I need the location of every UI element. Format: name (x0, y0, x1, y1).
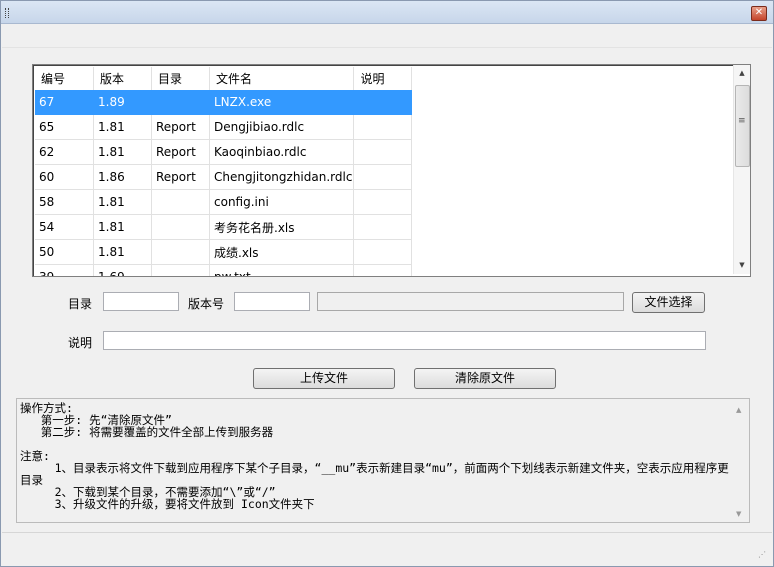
cell-file: 考务花名册.xls (209, 214, 355, 240)
dir-input[interactable] (103, 292, 179, 311)
instructions-text: 操作方式: 第一步: 先“清除原文件” 第二步: 将需要覆盖的文件全部上传到服务… (20, 401, 729, 511)
cell-id: 54 (35, 214, 94, 240)
cell-version: 1.81 (93, 189, 152, 215)
table-row[interactable]: 58 1.81 config.ini (35, 189, 413, 215)
version-label: 版本号 (188, 297, 225, 311)
cell-dir: Report (151, 139, 210, 165)
clear-files-button[interactable]: 清除原文件 (414, 368, 556, 389)
cell-version: 1.81 (93, 239, 152, 265)
cell-dir (151, 239, 210, 265)
instructions-box[interactable]: 操作方式: 第一步: 先“清除原文件” 第二步: 将需要覆盖的文件全部上传到服务… (16, 398, 750, 523)
cell-file: Chengjitongzhidan.rdlc (209, 164, 355, 190)
file-list[interactable]: 编号 版本 目录 文件名 说明 67 1.89 LNZX.exe 65 1.81 Repo… (32, 64, 751, 277)
cell-id: 60 (35, 164, 94, 190)
cell-id: 50 (35, 239, 94, 265)
cell-dir (151, 264, 210, 276)
cell-id: 58 (35, 189, 94, 215)
table-row[interactable]: 65 1.81 Report Dengjibiao.rdlc (35, 114, 413, 140)
cell-version: 1.81 (93, 114, 152, 140)
cell-version: 1.86 (93, 164, 152, 190)
choose-file-button[interactable]: 文件选择 (632, 292, 705, 313)
toolbar-strip (2, 25, 772, 48)
cell-dir (151, 214, 210, 240)
scroll-grip-icon: ≡ (738, 116, 746, 126)
note-input[interactable] (103, 331, 706, 350)
main-window: ✕ 编号 版本 目录 文件名 说明 67 1.89 LNZX.exe 65 1.81 Re… (0, 0, 774, 567)
cell-dir (151, 90, 210, 115)
cell-note (353, 114, 413, 140)
cell-note (353, 189, 413, 215)
list-scrollbar[interactable]: ▲ ≡ ▼ (733, 65, 750, 274)
status-bar: ⋰ (2, 532, 772, 566)
column-header-id[interactable]: 编号 (35, 67, 94, 90)
cell-version: 1.89 (93, 90, 152, 115)
cell-note (353, 164, 413, 190)
cell-file: pw.txt (209, 264, 355, 276)
scroll-up-icon[interactable]: ▲ (737, 69, 747, 77)
instructions-scrollbar[interactable]: ▲ ▼ (733, 399, 749, 522)
cell-id: 62 (35, 139, 94, 165)
note-label: 说明 (68, 336, 93, 350)
cell-dir: Report (151, 114, 210, 140)
table-row[interactable]: 50 1.81 成绩.xls (35, 239, 413, 265)
upload-button[interactable]: 上传文件 (253, 368, 395, 389)
notes-scroll-down-icon[interactable]: ▼ (736, 510, 741, 518)
cell-version: 1.69 (93, 264, 152, 276)
column-header-filename[interactable]: 文件名 (209, 67, 355, 90)
cell-file: config.ini (209, 189, 355, 215)
scroll-thumb[interactable]: ≡ (735, 85, 750, 167)
table-row[interactable]: 62 1.81 Report Kaoqinbiao.rdlc (35, 139, 413, 165)
cell-note (353, 264, 413, 276)
table-row[interactable]: 67 1.89 LNZX.exe (35, 90, 413, 115)
title-bar[interactable]: ✕ (1, 1, 773, 24)
cell-dir (151, 189, 210, 215)
cell-note (353, 139, 413, 165)
cell-version: 1.81 (93, 139, 152, 165)
cell-file: Dengjibiao.rdlc (209, 114, 355, 140)
file-path-field[interactable] (317, 292, 624, 311)
cell-note (353, 239, 413, 265)
cell-version: 1.81 (93, 214, 152, 240)
cell-file: Kaoqinbiao.rdlc (209, 139, 355, 165)
cell-file: 成绩.xls (209, 239, 355, 265)
cell-id: 39 (35, 264, 94, 276)
version-input[interactable] (234, 292, 310, 311)
column-header-version[interactable]: 版本 (93, 67, 152, 90)
cell-id: 65 (35, 114, 94, 140)
table-row[interactable]: 60 1.86 Report Chengjitongzhidan.rdlc (35, 164, 413, 190)
table-row[interactable]: 39 1.69 pw.txt (35, 264, 413, 276)
cell-dir: Report (151, 164, 210, 190)
scroll-down-icon[interactable]: ▼ (737, 261, 747, 269)
table-row[interactable]: 54 1.81 考务花名册.xls (35, 214, 413, 240)
column-header-dir[interactable]: 目录 (151, 67, 210, 90)
dir-label: 目录 (68, 297, 93, 311)
title-grip-icon (5, 8, 9, 18)
cell-note (353, 214, 413, 240)
close-button[interactable]: ✕ (751, 6, 767, 21)
column-header-note[interactable]: 说明 (353, 67, 413, 90)
size-grip-icon[interactable]: ⋰ (758, 551, 768, 562)
cell-note (353, 90, 413, 115)
notes-scroll-up-icon[interactable]: ▲ (736, 406, 741, 414)
cell-id: 67 (35, 90, 94, 115)
file-table: 编号 版本 目录 文件名 说明 67 1.89 LNZX.exe 65 1.81 Repo… (35, 67, 413, 276)
cell-file: LNZX.exe (209, 90, 355, 115)
